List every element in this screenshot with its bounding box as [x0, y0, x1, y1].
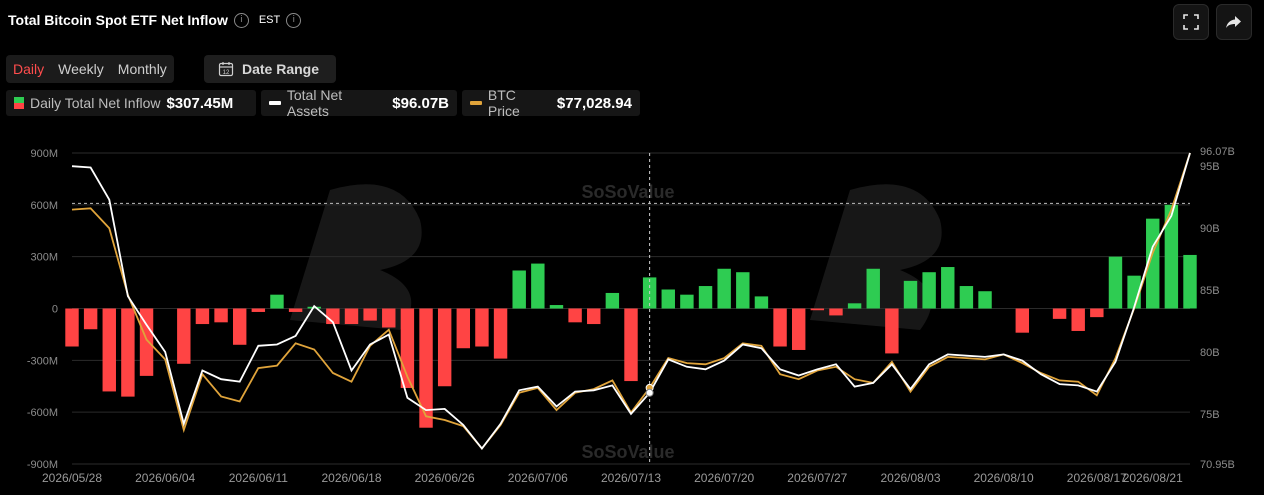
left-axis-tick: 600M	[30, 200, 58, 212]
inflow-bar	[885, 308, 899, 354]
left-axis-tick: -600M	[27, 407, 58, 419]
inflow-bar	[773, 308, 787, 347]
inflow-bar	[270, 294, 284, 309]
inflow-bars	[65, 204, 1197, 428]
inflow-bar	[978, 291, 992, 309]
x-axis-tick: 2026/08/10	[974, 471, 1034, 485]
inflow-bar	[1052, 308, 1067, 319]
right-axis-tick: 75B	[1200, 409, 1220, 421]
inflow-bar	[437, 308, 452, 387]
left-axis-tick: -900M	[27, 459, 58, 471]
inflow-bar	[363, 308, 377, 321]
inflow-bar	[680, 294, 694, 309]
inflow-bar	[698, 286, 713, 309]
x-axis-tick: 2026/08/21	[1123, 471, 1183, 485]
inflow-bar	[959, 286, 974, 309]
inflow-bar	[65, 308, 79, 347]
inflow-bar	[549, 305, 564, 309]
inflow-bar	[661, 289, 675, 309]
inflow-bar	[475, 308, 489, 347]
x-axis-tick: 2026/07/20	[694, 471, 754, 485]
inflow-bar	[605, 292, 620, 309]
inflow-bar	[810, 308, 825, 311]
inflow-bar	[903, 280, 918, 309]
inflow-bar	[736, 272, 750, 309]
inflow-bar	[568, 308, 582, 323]
inflow-bar	[791, 308, 806, 350]
inflow-bar	[531, 263, 545, 309]
inflow-bar	[847, 303, 862, 309]
inflow-bar	[1108, 256, 1123, 309]
right-axis-top-value: 96.07B	[1200, 146, 1235, 158]
inflow-bar	[232, 308, 247, 345]
inflow-bar	[83, 308, 98, 330]
inflow-bar	[344, 308, 359, 325]
watermark-text: SoSoValue	[581, 442, 674, 462]
inflow-bar	[102, 308, 116, 392]
inflow-bar	[1015, 308, 1030, 333]
right-axis-tick: 70.95B	[1200, 459, 1235, 471]
x-axis-tick: 2026/08/03	[880, 471, 940, 485]
right-axis-tick: 85B	[1200, 285, 1220, 297]
right-axis-tick: 80B	[1200, 347, 1220, 359]
assets-marker	[645, 388, 654, 397]
inflow-bar	[922, 272, 936, 309]
x-axis-tick: 2026/05/28	[42, 471, 102, 485]
inflow-bar	[456, 308, 471, 349]
right-axis-tick: 95B	[1200, 161, 1220, 173]
inflow-bar	[941, 267, 955, 309]
x-axis-tick: 2026/07/06	[508, 471, 568, 485]
inflow-bar	[512, 270, 526, 309]
inflow-bar	[1071, 308, 1085, 331]
x-axis-tick: 2026/08/17	[1067, 471, 1127, 485]
x-axis-tick: 2026/07/13	[601, 471, 661, 485]
left-axis-tick: 0	[52, 304, 58, 316]
inflow-bar	[288, 308, 303, 312]
inflow-bar	[754, 296, 769, 309]
left-axis-tick: -300M	[27, 355, 58, 367]
x-axis-tick: 2026/07/27	[787, 471, 847, 485]
inflow-bar	[829, 308, 843, 316]
inflow-bar	[177, 308, 191, 364]
inflow-bar	[493, 308, 508, 359]
inflow-bar	[866, 268, 880, 309]
left-axis-tick: 900M	[30, 148, 58, 160]
watermark-text: SoSoValue	[581, 182, 674, 202]
right-axis-tick: 90B	[1200, 223, 1220, 235]
x-axis-tick: 2026/06/26	[415, 471, 475, 485]
inflow-bar	[587, 308, 601, 325]
x-axis-tick: 2026/06/04	[135, 471, 195, 485]
x-axis-tick: 2026/06/11	[229, 471, 288, 485]
inflow-bar	[195, 308, 210, 325]
inflow-bar	[251, 308, 266, 312]
inflow-bar	[382, 308, 396, 328]
inflow-bar	[717, 268, 731, 309]
chart-canvas[interactable]: SoSoValue SoSoValue 900M 600M 300M 0 -300M -60…	[0, 0, 1264, 495]
inflow-bar	[1090, 308, 1104, 318]
inflow-bar	[214, 308, 228, 323]
x-axis-tick: 2026/06/18	[321, 471, 381, 485]
inflow-bar	[624, 308, 638, 382]
inflow-bar	[1183, 254, 1197, 309]
left-axis-tick: 300M	[30, 252, 58, 264]
inflow-bar	[121, 308, 135, 397]
